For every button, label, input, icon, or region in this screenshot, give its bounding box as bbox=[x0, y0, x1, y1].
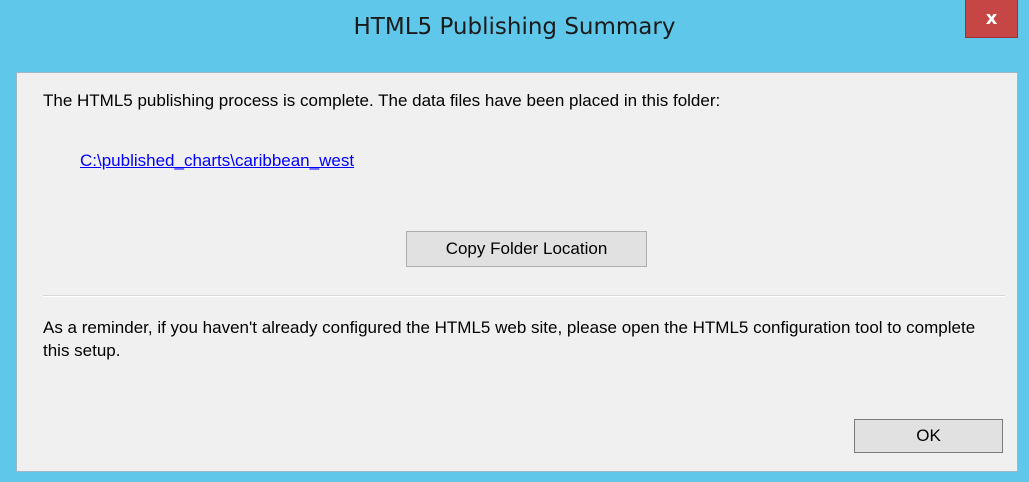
folder-path-link[interactable]: C:\published_charts\caribbean_west bbox=[80, 149, 354, 172]
reminder-message: As a reminder, if you haven't already co… bbox=[43, 318, 976, 360]
close-button[interactable]: x bbox=[965, 0, 1018, 38]
window-title: HTML5 Publishing Summary bbox=[353, 14, 676, 40]
close-icon: x bbox=[985, 8, 998, 29]
ok-button[interactable]: OK bbox=[854, 419, 1003, 453]
dialog-window: HTML5 Publishing Summary x The HTML5 pub… bbox=[0, 0, 1029, 482]
title-bar[interactable]: HTML5 Publishing Summary x bbox=[0, 0, 1029, 72]
dialog-body: The HTML5 publishing process is complete… bbox=[16, 72, 1018, 472]
copy-folder-location-button[interactable]: Copy Folder Location bbox=[406, 231, 647, 267]
separator bbox=[43, 295, 1005, 297]
completion-message: The HTML5 publishing process is complete… bbox=[43, 91, 721, 110]
